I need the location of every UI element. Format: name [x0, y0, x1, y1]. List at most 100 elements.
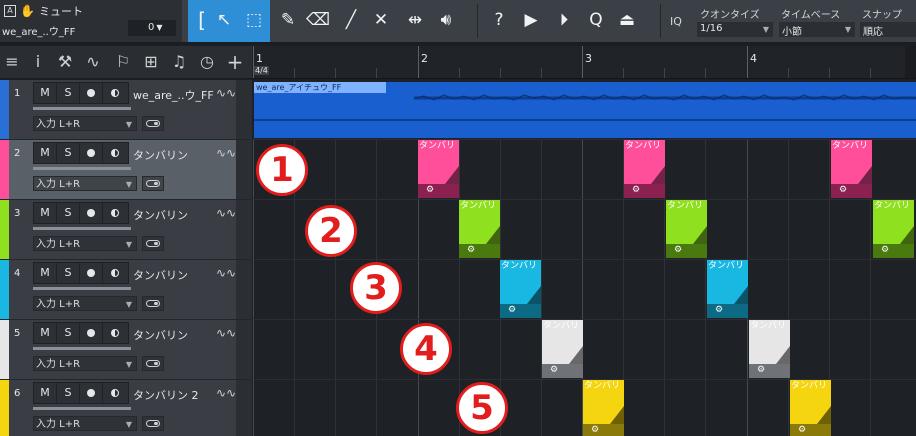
monitor-button[interactable]: [103, 143, 126, 163]
solo-button[interactable]: S: [57, 323, 80, 343]
range-tool-icon[interactable]: ⬚: [242, 9, 266, 31]
add-track-icon[interactable]: +: [226, 52, 244, 72]
instrument-event[interactable]: タンバリ ⚙: [459, 200, 500, 258]
instrument-event[interactable]: タンバリ ⚙: [749, 320, 790, 378]
instrument-event[interactable]: タンバリ ⚙: [707, 260, 748, 318]
hand-icon[interactable]: ✋: [20, 5, 35, 17]
record-button[interactable]: [80, 263, 103, 283]
mute-button[interactable]: M: [34, 143, 57, 163]
quantize-select[interactable]: 1/16 ▼: [697, 22, 773, 37]
marker-flag-icon[interactable]: ⚐: [114, 52, 132, 72]
timeline-ruler[interactable]: 1 2 3 4 4/4: [252, 46, 916, 79]
bounce-icon[interactable]: ⏏: [616, 9, 638, 31]
mute-label[interactable]: ミュート: [39, 3, 83, 19]
track-name[interactable]: we_are_..ウ_FF: [133, 87, 214, 103]
instrument-event[interactable]: タンバリ ⚙: [500, 260, 541, 318]
record-button[interactable]: [80, 323, 103, 343]
toggle-switch[interactable]: [142, 176, 164, 191]
track-header[interactable]: 6 M S タンバリン 2 ∿∿ 入力 L+R ▼: [0, 380, 252, 436]
solo-button[interactable]: S: [57, 203, 80, 223]
track-name[interactable]: タンバリン: [133, 267, 188, 283]
volume-fader[interactable]: [33, 107, 131, 110]
track-header[interactable]: 2 M S タンバリン ∿∿ 入力 L+R ▼: [0, 140, 252, 200]
track-header[interactable]: 5 M S タンバリン ∿∿ 入力 L+R ▼: [0, 320, 252, 380]
instrument-event[interactable]: タンバリ ⚙: [790, 380, 831, 436]
instrument-event[interactable]: タンバリ ⚙: [418, 140, 459, 198]
monitor-button[interactable]: [103, 383, 126, 403]
mute-button[interactable]: M: [34, 263, 57, 283]
instrument-event[interactable]: タンバリ ⚙: [873, 200, 914, 258]
mute-button[interactable]: M: [34, 83, 57, 103]
audio-clip[interactable]: we_are_アイチュウ_FF: [254, 82, 916, 138]
info-icon[interactable]: i: [29, 52, 47, 72]
instrument-event[interactable]: タンバリ ⚙: [583, 380, 624, 436]
clock-icon[interactable]: ◷: [198, 52, 216, 72]
input-select[interactable]: 入力 L+R ▼: [33, 176, 137, 191]
wrench-icon[interactable]: ⚒: [56, 52, 74, 72]
track-header[interactable]: 4 M S タンバリン ∿∿ 入力 L+R ▼: [0, 260, 252, 320]
snap-select[interactable]: 順応: [860, 22, 916, 38]
automation-icon[interactable]: ∿: [84, 52, 102, 72]
volume-fader[interactable]: [33, 287, 131, 290]
arrow-tool-icon[interactable]: ↖: [213, 9, 235, 31]
solo-button[interactable]: S: [57, 383, 80, 403]
track-lane[interactable]: タンバリ ⚙ タンバリ ⚙: [252, 320, 916, 380]
record-button[interactable]: [80, 203, 103, 223]
count-display[interactable]: 0 ▼: [128, 20, 176, 36]
time-signature[interactable]: 4/4: [254, 66, 269, 75]
track-name[interactable]: タンバリン: [133, 147, 188, 163]
auto-a-icon[interactable]: A: [4, 5, 16, 17]
track-lane[interactable]: we_are_アイチュウ_FF: [252, 80, 916, 140]
toggle-switch[interactable]: [142, 236, 164, 251]
toggle-switch[interactable]: [142, 296, 164, 311]
monitor-button[interactable]: [103, 83, 126, 103]
track-name[interactable]: タンバリン: [133, 327, 188, 343]
volume-fader[interactable]: [33, 167, 131, 170]
record-button[interactable]: [80, 83, 103, 103]
record-button[interactable]: [80, 383, 103, 403]
solo-button[interactable]: S: [57, 143, 80, 163]
mute-button[interactable]: M: [34, 383, 57, 403]
input-select[interactable]: 入力 L+R ▼: [33, 116, 137, 131]
listen-tool-icon[interactable]: 🔊︎: [435, 9, 457, 31]
monitor-button[interactable]: [103, 323, 126, 343]
instrument-event[interactable]: タンバリ ⚙: [624, 140, 665, 198]
volume-fader[interactable]: [33, 227, 131, 230]
toggle-switch[interactable]: [142, 416, 164, 431]
track-header[interactable]: 1 M S we_are_..ウ_FF ∿∿ 入力 L+R ▼: [0, 80, 252, 140]
toggle-switch[interactable]: [142, 116, 164, 131]
instrument-event[interactable]: タンバリ ⚙: [831, 140, 872, 198]
quantize-q-icon[interactable]: Q: [585, 9, 607, 31]
input-select[interactable]: 入力 L+R ▼: [33, 236, 137, 251]
timebase-select[interactable]: 小節 ▼: [779, 22, 855, 38]
volume-fader[interactable]: [33, 347, 131, 350]
track-name[interactable]: タンバリン 2: [133, 387, 199, 403]
play-bracket-icon[interactable]: ▶: [520, 9, 542, 31]
menu-icon[interactable]: ≡: [3, 52, 21, 72]
eraser-tool-icon[interactable]: ⌫: [306, 9, 330, 31]
solo-button[interactable]: S: [57, 263, 80, 283]
track-lane[interactable]: タンバリ ⚙ タンバリ ⚙: [252, 380, 916, 436]
mute-button[interactable]: M: [34, 203, 57, 223]
solo-button[interactable]: S: [57, 83, 80, 103]
input-select[interactable]: 入力 L+R ▼: [33, 416, 137, 431]
volume-fader[interactable]: [33, 407, 131, 410]
mute-button[interactable]: M: [34, 323, 57, 343]
instrument-event[interactable]: タンバリ ⚙: [666, 200, 707, 258]
monitor-button[interactable]: [103, 203, 126, 223]
split-tool-icon[interactable]: ⇹: [404, 9, 426, 31]
input-select[interactable]: 入力 L+R ▼: [33, 356, 137, 371]
track-name[interactable]: タンバリン: [133, 207, 188, 223]
toggle-switch[interactable]: [142, 356, 164, 371]
track-lane[interactable]: タンバリ ⚙ タンバリ ⚙ タンバリ ⚙: [252, 140, 916, 200]
pencil-tool-icon[interactable]: ✎: [277, 9, 299, 31]
track-header[interactable]: 3 M S タンバリン ∿∿ 入力 L+R ▼: [0, 200, 252, 260]
record-button[interactable]: [80, 143, 103, 163]
bracket-icon[interactable]: [: [191, 9, 213, 31]
notation-icon[interactable]: ♫: [170, 52, 188, 72]
grid-icon[interactable]: ⊞: [142, 52, 160, 72]
help-icon[interactable]: ?: [488, 9, 510, 31]
mute-tool-icon[interactable]: ✕: [370, 9, 392, 31]
paint-tool-icon[interactable]: ╱: [340, 9, 362, 31]
input-select[interactable]: 入力 L+R ▼: [33, 296, 137, 311]
